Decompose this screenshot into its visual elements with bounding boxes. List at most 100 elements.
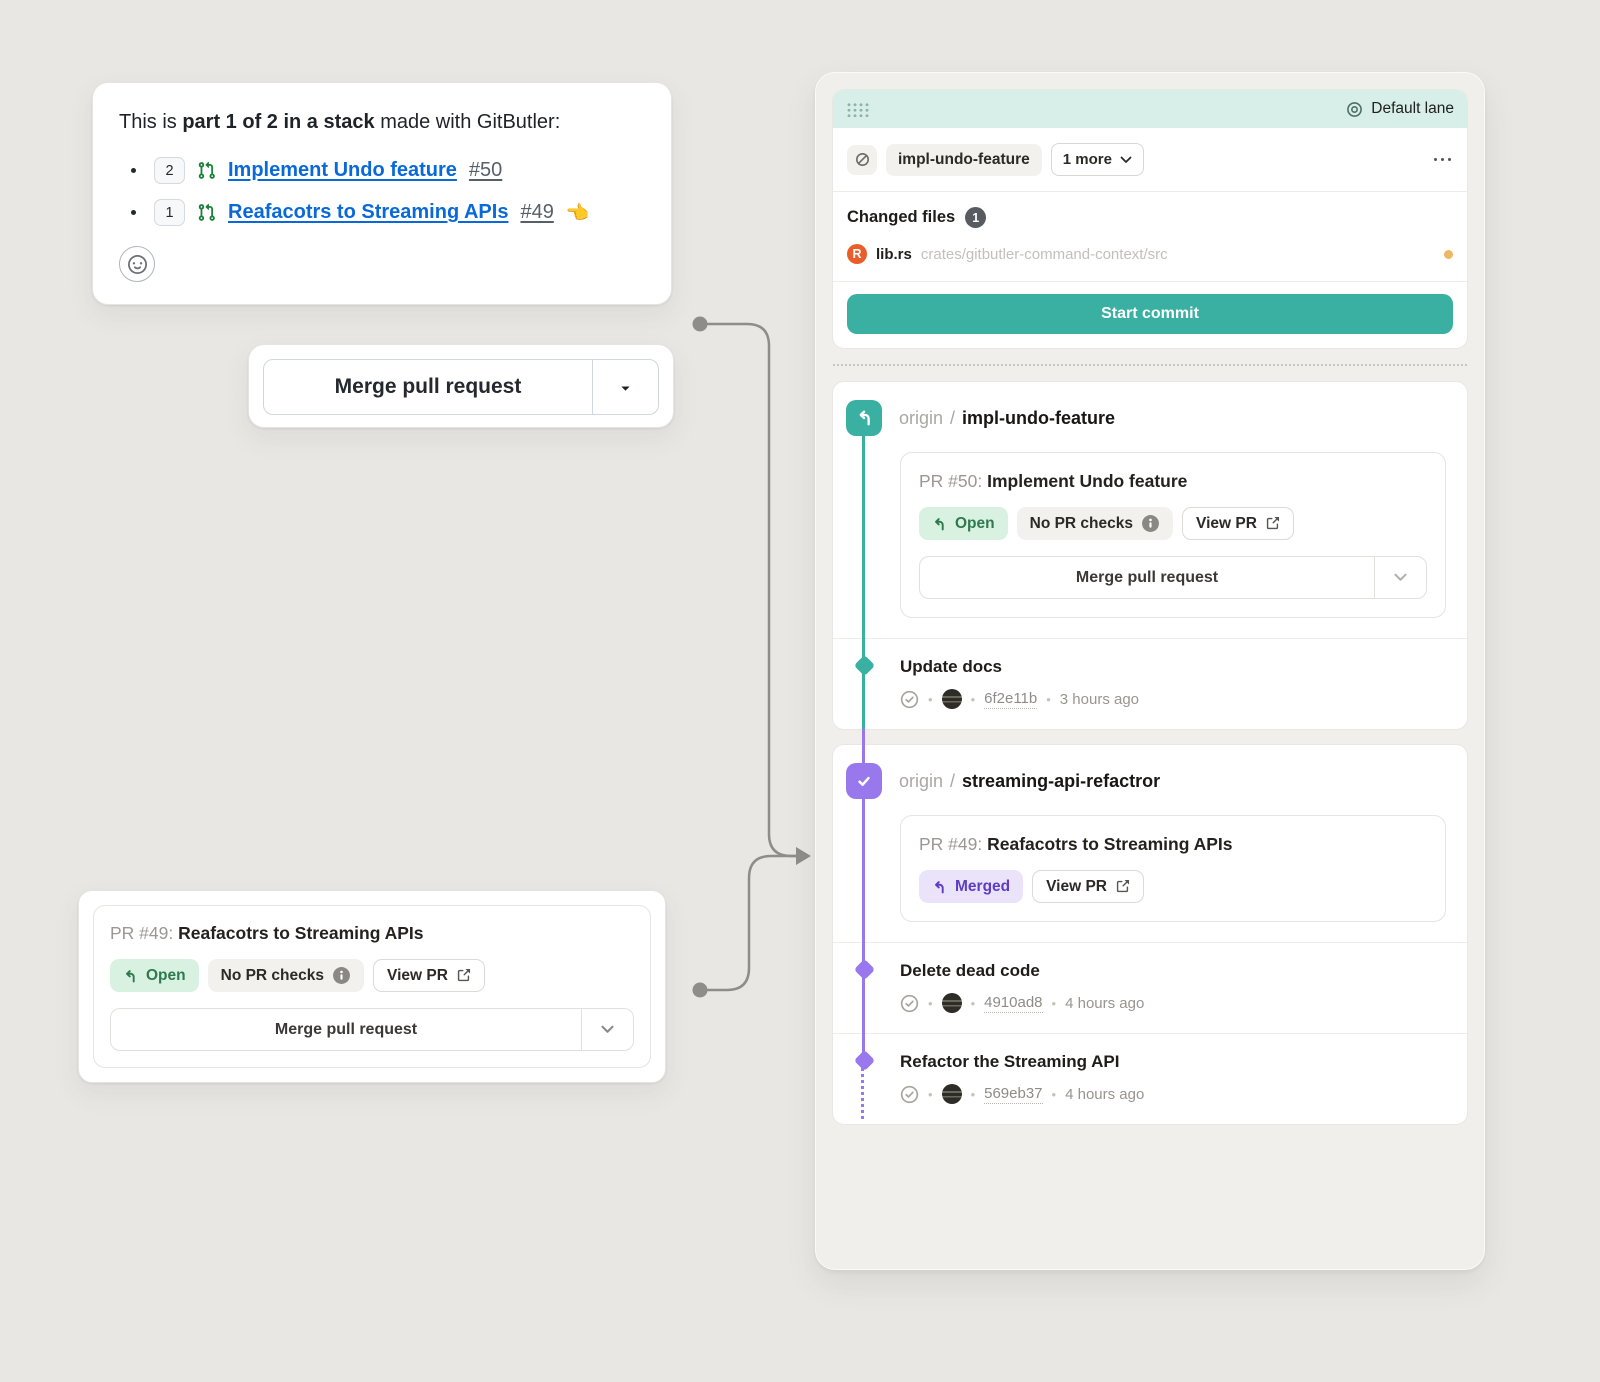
merge-split-button: Merge pull request [110,1008,634,1051]
commit-time: 4 hours ago [1065,995,1144,1012]
view-pr-button[interactable]: View PR [1032,870,1144,903]
pr-badges: Merged View PR [919,870,1427,903]
github-stack-comment-card: This is part 1 of 2 in a stack made with… [92,82,672,305]
chevron-down-icon [601,1025,614,1034]
check-icon [855,772,873,790]
view-pr-label: View PR [1196,515,1257,533]
bullet-icon [131,168,136,173]
branch-arrow-icon [855,408,874,428]
stack-position-chip: 2 [154,157,185,184]
bullet-icon [131,210,136,215]
branch-title: origin / impl-undo-feature [899,408,1115,429]
pr-title: Reafacotrs to Streaming APIs [178,923,423,943]
pr-number-link[interactable]: #50 [469,159,502,182]
more-branches-label: 1 more [1063,151,1112,168]
intro-prefix: This is [119,111,182,133]
commit-title: Update docs [900,657,1447,677]
author-avatar [942,1084,962,1104]
pr-status-badge-merged: Merged [919,870,1023,903]
pr-merged-icon [932,879,947,895]
branch-title: origin / streaming-api-refactror [899,771,1160,792]
pr-checks-badge: No PR checks [1017,507,1173,540]
pr-status-badge-open: Open [110,959,199,992]
git-pull-request-icon [197,203,216,222]
commit-row[interactable]: Update docs • • 6f2e11b • 3 hours ago [833,639,1467,729]
commit-hash-link[interactable]: 4910ad8 [984,994,1042,1013]
commit-row[interactable]: Delete dead code • • 4910ad8 • 4 hours a… [833,943,1467,1033]
start-commit-wrap: Start commit [833,282,1467,348]
merge-split-button: Merge pull request [263,359,659,415]
merge-pull-request-button[interactable]: Merge pull request [111,1009,581,1050]
changed-files-label: Changed files [847,208,955,227]
pr-status-label: Open [146,967,186,985]
more-branches-dropdown[interactable]: 1 more [1051,143,1144,176]
info-icon [332,966,351,985]
changed-files-count-badge: 1 [965,207,986,228]
commit-meta: • • 569eb37 • 4 hours ago [900,1084,1447,1104]
branch-header: origin / impl-undo-feature [833,382,1467,436]
pointing-left-emoji: 👈 [566,201,590,225]
lane-title: Default lane [1346,100,1454,118]
pr-checks-badge: No PR checks [208,959,364,992]
external-link-icon [1115,879,1130,894]
check-circle-icon [900,994,919,1013]
pr-title: Implement Undo feature [987,471,1187,491]
branch-name-pill[interactable]: impl-undo-feature [886,144,1042,176]
commit-hash-link[interactable]: 569eb37 [984,1085,1042,1104]
merge-pull-request-button[interactable]: Merge pull request [264,360,592,414]
info-icon [1141,514,1160,533]
pr-50-card: PR #50: Implement Undo feature Open No P… [900,452,1446,618]
branch-header: origin / streaming-api-refactror [833,745,1467,799]
external-link-icon [1265,516,1280,531]
view-pr-label: View PR [387,967,448,985]
pr-checks-label: No PR checks [1030,515,1133,533]
pr-title-row: PR #49: Reafacotrs to Streaming APIs [919,834,1427,855]
pr-title-row: PR #50: Implement Undo feature [919,471,1427,492]
commit-meta: • • 4910ad8 • 4 hours ago [900,993,1447,1013]
branch-section-streaming-api-refactror: origin / streaming-api-refactror PR #49:… [832,744,1468,1125]
add-reaction-button[interactable] [119,246,155,282]
pr-status-label: Open [955,515,995,533]
view-pr-button[interactable]: View PR [373,959,485,992]
lane-title-label: Default lane [1371,100,1454,118]
author-avatar [942,993,962,1013]
pr-49-status-card: PR #49: Reafacotrs to Streaming APIs Ope… [78,890,666,1083]
git-pull-request-icon [197,161,216,180]
gitbutler-lane-panel: Default lane impl-undo-feature 1 more Ch… [815,72,1485,1270]
modified-indicator-dot [1444,250,1453,259]
view-pr-button[interactable]: View PR [1182,507,1294,540]
commit-diamond-icon [854,959,875,980]
pr-link[interactable]: Reafacotrs to Streaming APIs [228,201,508,224]
intro-suffix: made with GitButler: [375,111,561,133]
remote-name: origin [899,408,943,429]
start-commit-button[interactable]: Start commit [847,294,1453,334]
changed-file-row[interactable]: R lib.rs crates/gitbutler-command-contex… [833,239,1467,281]
lane-menu-button[interactable] [1432,152,1454,168]
lane-header: Default lane [833,90,1467,128]
pr-status-label: Merged [955,878,1010,896]
pr-49-card: PR #49: Reafacotrs to Streaming APIs Mer… [900,815,1446,922]
changed-files-header: Changed files 1 [833,192,1467,239]
commit-title: Delete dead code [900,961,1447,981]
pr-label: PR #49: [110,923,173,943]
pr-title: Reafacotrs to Streaming APIs [987,834,1232,854]
merge-pull-request-button[interactable]: Merge pull request [920,557,1374,598]
triangle-down-icon [617,379,634,396]
pr-link[interactable]: Implement Undo feature [228,159,457,182]
merge-options-dropdown[interactable] [581,1009,633,1050]
stack-pr-item: 2 Implement Undo feature #50 [119,157,645,184]
merge-popup-card: Merge pull request [248,344,674,428]
merge-options-dropdown[interactable] [592,360,658,414]
pr-number-link[interactable]: #49 [520,201,553,224]
drag-handle-icon[interactable] [846,102,869,117]
commit-hash-link[interactable]: 6f2e11b [984,690,1037,709]
pr-badges: Open No PR checks View PR [919,507,1427,540]
merge-options-dropdown[interactable] [1374,557,1426,598]
commit-row[interactable]: Refactor the Streaming API • • 569eb37 •… [833,1034,1467,1124]
chain-link-button[interactable] [847,145,877,175]
smiley-icon [128,255,147,274]
commit-diamond-icon [854,1050,875,1071]
merge-split-button: Merge pull request [919,556,1427,599]
pr-status-badge-open: Open [919,507,1008,540]
branch-name: streaming-api-refactror [962,771,1160,792]
